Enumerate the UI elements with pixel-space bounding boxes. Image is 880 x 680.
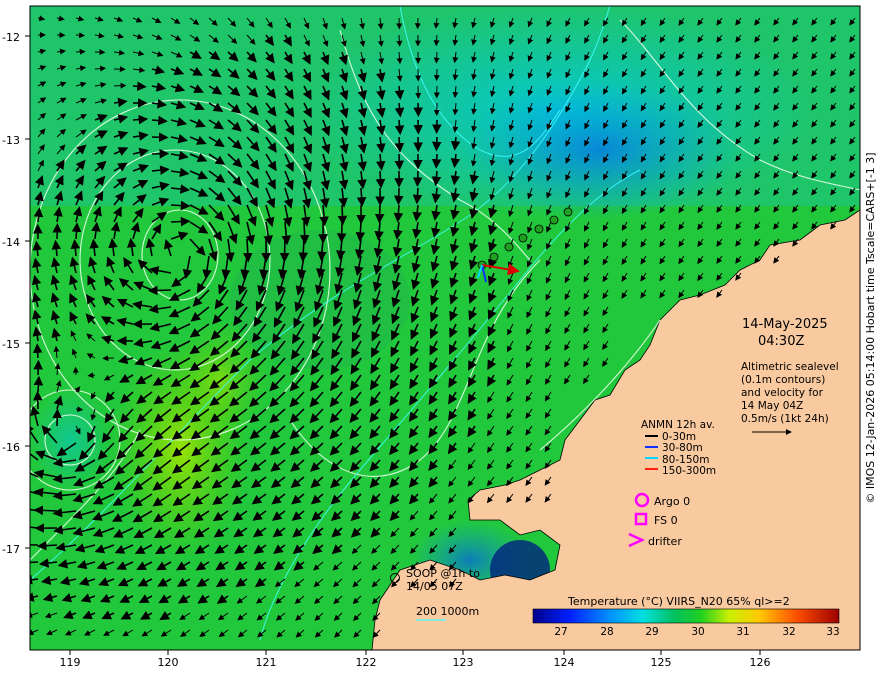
anmn-legend: ANMN 12h av. 0-30m 30-80m 80-150m 150-30… xyxy=(641,419,717,478)
velocity-arrow xyxy=(396,34,403,47)
lat-tick: -16 xyxy=(2,441,20,454)
lat-tick: -12 xyxy=(2,31,20,44)
velocity-arrow xyxy=(71,222,82,240)
lon-tick: 126 xyxy=(749,656,771,669)
soop-label: SOOP @1h to 14/05 07Z xyxy=(406,567,480,593)
velocity-arrow xyxy=(75,32,86,39)
velocity-arrow xyxy=(170,200,191,211)
colorbar-tick: 30 xyxy=(691,626,705,638)
altimetry-line: 14 May 04Z xyxy=(741,400,804,412)
velocity-arrow xyxy=(148,285,172,296)
colorbar-tick: 27 xyxy=(554,626,568,638)
velocity-arrow xyxy=(132,81,147,92)
lon-tick: 121 xyxy=(255,656,277,669)
velocity-arrow xyxy=(431,136,442,152)
velocity-arrow xyxy=(337,204,348,226)
credit-container: © IMOS 12-Jan-2026 05:14:00 Hobart time … xyxy=(864,8,880,648)
colorbar-tick: 32 xyxy=(782,626,796,638)
velocity-arrow xyxy=(336,221,347,243)
anmn-depth: 30-80m xyxy=(662,442,703,454)
altimetry-line: Altimetric sealevel xyxy=(741,361,839,373)
velocity-arrow xyxy=(87,372,96,379)
altimetry-line: and velocity for xyxy=(741,387,823,399)
velocity-arrow xyxy=(151,148,170,159)
velocity-arrow xyxy=(375,170,386,189)
anmn-depth: 150-300m xyxy=(662,465,717,477)
lon-tick: 124 xyxy=(553,656,575,669)
velocity-arrow xyxy=(356,187,367,207)
velocity-arrow xyxy=(394,136,405,153)
argo-label: Argo 0 xyxy=(654,495,691,508)
velocity-arrow xyxy=(431,153,442,169)
drifter-label: drifter xyxy=(648,535,682,548)
velocity-arrow xyxy=(33,505,58,516)
soop-line: 14/05 07Z xyxy=(406,580,463,593)
date-block: 14-May-2025 04:30Z xyxy=(742,316,828,350)
velocity-arrow xyxy=(412,187,423,205)
fs-label: FS 0 xyxy=(654,514,678,527)
credit-text: © IMOS 12-Jan-2026 05:14:00 Hobart time … xyxy=(864,152,877,504)
colorbar-tick: 28 xyxy=(600,626,614,638)
time-label: 04:30Z xyxy=(758,334,805,349)
velocity-arrow xyxy=(72,366,79,376)
velocity-arrow xyxy=(75,48,86,55)
velocity-arrow xyxy=(170,216,191,227)
velocity-arrow xyxy=(151,132,169,143)
velocity-arrow xyxy=(355,221,366,242)
lat-tick: -13 xyxy=(2,134,20,147)
velocity-arrow xyxy=(132,114,149,125)
lat-tick: -14 xyxy=(2,236,20,249)
altimetry-line: 0.5m/s (1kt 24h) xyxy=(741,413,829,425)
anmn-title: ANMN 12h av. xyxy=(641,419,715,431)
lon-tick: 125 xyxy=(650,656,672,669)
colorbar-title: Temperature (°C) VIIRS_N20 65% ql>=2 xyxy=(568,595,790,608)
lon-tick: 123 xyxy=(452,656,474,669)
colorbar-tick: 29 xyxy=(645,626,659,638)
velocity-arrow xyxy=(30,543,39,546)
altimetry-note: Altimetric sealevel (0.1m contours) and … xyxy=(741,361,839,426)
velocity-arrow xyxy=(394,153,405,171)
velocity-arrow xyxy=(433,51,440,64)
colorbar-tick: 33 xyxy=(826,626,840,638)
date-label: 14-May-2025 xyxy=(742,317,828,332)
velocity-arrow xyxy=(113,82,127,89)
soop-line: SOOP @1h to xyxy=(406,567,480,580)
velocity-arrow xyxy=(393,187,404,206)
velocity-arrow xyxy=(32,343,43,359)
lat-tick: -15 xyxy=(2,338,20,351)
lon-tick: 122 xyxy=(355,656,377,669)
velocity-arrow xyxy=(412,170,423,187)
velocity-arrow xyxy=(374,204,385,224)
colorbar xyxy=(532,608,840,624)
lon-tick: 119 xyxy=(59,656,81,669)
altimetry-line: (0.1m contours) xyxy=(741,374,826,386)
velocity-arrow xyxy=(33,375,44,393)
lat-tick: -17 xyxy=(2,543,20,556)
colorbar-tick: 31 xyxy=(736,626,750,638)
lon-tick: 120 xyxy=(157,656,179,669)
isobath-label: 200 1000m xyxy=(416,605,480,618)
